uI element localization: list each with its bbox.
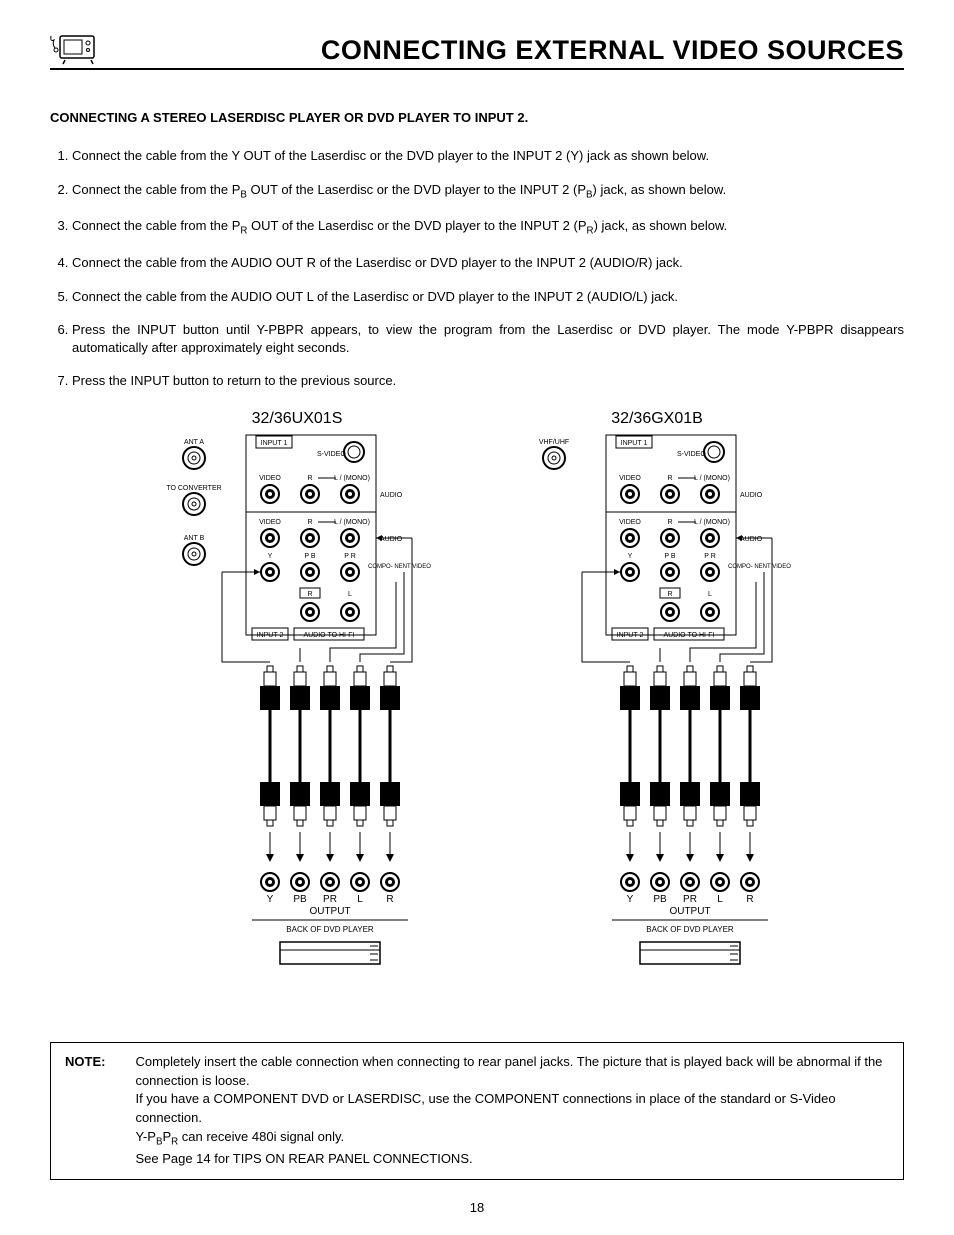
- svg-text:VIDEO: VIDEO: [259, 475, 281, 482]
- svg-text:PR: PR: [323, 894, 337, 905]
- svg-text:L: L: [708, 591, 712, 598]
- svg-text:L: L: [348, 591, 352, 598]
- svg-text:R: R: [667, 475, 672, 482]
- svg-text:ANT B: ANT B: [184, 535, 205, 542]
- step-6: Press the INPUT button until Y-PBPR appe…: [72, 321, 904, 356]
- step-3: Connect the cable from the P R OUT of the…: [72, 217, 904, 238]
- svg-text:VIDEO: VIDEO: [619, 519, 641, 526]
- svg-text:AUDIO: AUDIO: [740, 536, 763, 543]
- step-3-a: Connect the cable from the P: [72, 218, 240, 233]
- svg-text:AUDIO: AUDIO: [740, 492, 763, 499]
- page-number: 18: [50, 1200, 904, 1215]
- svg-text:L: L: [357, 894, 363, 905]
- svg-text:PB: PB: [653, 894, 667, 905]
- step-2-b: OUT of the Laserdisc or the DVD player t…: [247, 182, 586, 197]
- svg-text:ANT A: ANT A: [184, 439, 204, 446]
- connection-diagram-right: VHF/UHF INPUT 1 S-VIDEO VIDEO R L / (MON…: [512, 432, 802, 1012]
- step-7: Press the INPUT button to return to the …: [72, 372, 904, 390]
- diagram-right: 32/36GX01B VHF/UHF INPUT 1 S-VIDEO VIDEO…: [507, 410, 807, 1012]
- diagrams-row: 32/36UX01S ANT A TO CONVERTER ANT B INPU…: [50, 410, 904, 1012]
- svg-text:Y: Y: [628, 553, 633, 560]
- svg-text:OUTPUT: OUTPUT: [309, 906, 350, 917]
- svg-text:INPUT 1: INPUT 1: [261, 440, 288, 447]
- note-line-3c: can receive 480i signal only.: [178, 1129, 344, 1144]
- svg-text:INPUT 2: INPUT 2: [617, 632, 644, 639]
- step-4: Connect the cable from the AUDIO OUT R o…: [72, 254, 904, 272]
- svg-text:S-VIDEO: S-VIDEO: [677, 451, 706, 458]
- svg-text:COMPO- NENT VIDEO: COMPO- NENT VIDEO: [728, 564, 791, 570]
- note-line-3a: Y-P: [135, 1129, 155, 1144]
- step-2-c: ) jack, as shown below.: [593, 182, 727, 197]
- diagram-left-title: 32/36UX01S: [147, 410, 447, 428]
- note-body: Completely insert the cable connection w…: [135, 1053, 889, 1169]
- step-3-b: OUT of the Laserdisc or the DVD player t…: [247, 218, 586, 233]
- svg-text:AUDIO TO HI-FI: AUDIO TO HI-FI: [663, 632, 714, 639]
- step-5: Connect the cable from the AUDIO OUT L o…: [72, 288, 904, 306]
- subscript-r: R: [587, 226, 594, 237]
- svg-text:BACK OF DVD PLAYER: BACK OF DVD PLAYER: [286, 925, 374, 934]
- svg-text:Y: Y: [267, 894, 274, 905]
- section-heading: CONNECTING A STEREO LASERDISC PLAYER OR …: [50, 110, 904, 125]
- svg-text:L / (MONO): L / (MONO): [334, 519, 370, 526]
- svg-text:AUDIO: AUDIO: [380, 492, 403, 499]
- svg-text:Y: Y: [627, 894, 634, 905]
- svg-text:COMPO- NENT VIDEO: COMPO- NENT VIDEO: [368, 564, 431, 570]
- note-line-4: See Page 14 for TIPS ON REAR PANEL CONNE…: [135, 1150, 889, 1169]
- svg-text:R: R: [307, 519, 312, 526]
- svg-text:OUTPUT: OUTPUT: [669, 906, 710, 917]
- step-2-a: Connect the cable from the P: [72, 182, 240, 197]
- note-line-2: If you have a COMPONENT DVD or LASERDISC…: [135, 1090, 889, 1128]
- svg-text:P B: P B: [304, 553, 315, 560]
- svg-text:INPUT 1: INPUT 1: [621, 440, 648, 447]
- svg-text:AUDIO: AUDIO: [380, 536, 403, 543]
- svg-text:L / (MONO): L / (MONO): [694, 475, 730, 482]
- svg-text:INPUT 2: INPUT 2: [257, 632, 284, 639]
- note-label: NOTE:: [65, 1053, 105, 1169]
- note-line-3b: P: [162, 1129, 171, 1144]
- svg-text:P R: P R: [344, 553, 356, 560]
- svg-text:BACK OF DVD PLAYER: BACK OF DVD PLAYER: [646, 925, 734, 934]
- instruction-list: Connect the cable from the Y OUT of the …: [50, 147, 904, 390]
- svg-text:VHF/UHF: VHF/UHF: [539, 439, 569, 446]
- step-3-c: ) jack, as shown below.: [594, 218, 728, 233]
- connection-diagram-left: ANT A TO CONVERTER ANT B INPUT 1 S-VIDEO…: [152, 432, 442, 1012]
- svg-text:P R: P R: [704, 553, 716, 560]
- svg-text:PB: PB: [293, 894, 307, 905]
- step-1: Connect the cable from the Y OUT of the …: [72, 147, 904, 165]
- svg-text:R: R: [746, 894, 753, 905]
- page-header: CONNECTING EXTERNAL VIDEO SOURCES: [50, 30, 904, 70]
- svg-text:R: R: [386, 894, 393, 905]
- svg-text:S-VIDEO: S-VIDEO: [317, 451, 346, 458]
- svg-text:R: R: [667, 591, 672, 598]
- note-line-1: Completely insert the cable connection w…: [135, 1053, 889, 1091]
- svg-text:L: L: [717, 894, 723, 905]
- tv-icon: [50, 30, 100, 66]
- svg-text:R: R: [307, 475, 312, 482]
- diagram-right-title: 32/36GX01B: [507, 410, 807, 428]
- diagram-left: 32/36UX01S ANT A TO CONVERTER ANT B INPU…: [147, 410, 447, 1012]
- svg-text:PR: PR: [683, 894, 697, 905]
- svg-text:VIDEO: VIDEO: [259, 519, 281, 526]
- svg-text:R: R: [307, 591, 312, 598]
- svg-text:L / (MONO): L / (MONO): [334, 475, 370, 482]
- page-title: CONNECTING EXTERNAL VIDEO SOURCES: [321, 35, 904, 66]
- svg-text:AUDIO TO HI-FI: AUDIO TO HI-FI: [303, 632, 354, 639]
- svg-text:Y: Y: [268, 553, 273, 560]
- step-2: Connect the cable from the PB OUT of the…: [72, 181, 904, 202]
- note-line-3: Y-PBPR can receive 480i signal only.: [135, 1128, 889, 1150]
- svg-text:P B: P B: [664, 553, 675, 560]
- svg-text:TO CONVERTER: TO CONVERTER: [166, 485, 221, 492]
- svg-text:R: R: [667, 519, 672, 526]
- note-box: NOTE: Completely insert the cable connec…: [50, 1042, 904, 1180]
- svg-text:VIDEO: VIDEO: [619, 475, 641, 482]
- svg-text:L / (MONO): L / (MONO): [694, 519, 730, 526]
